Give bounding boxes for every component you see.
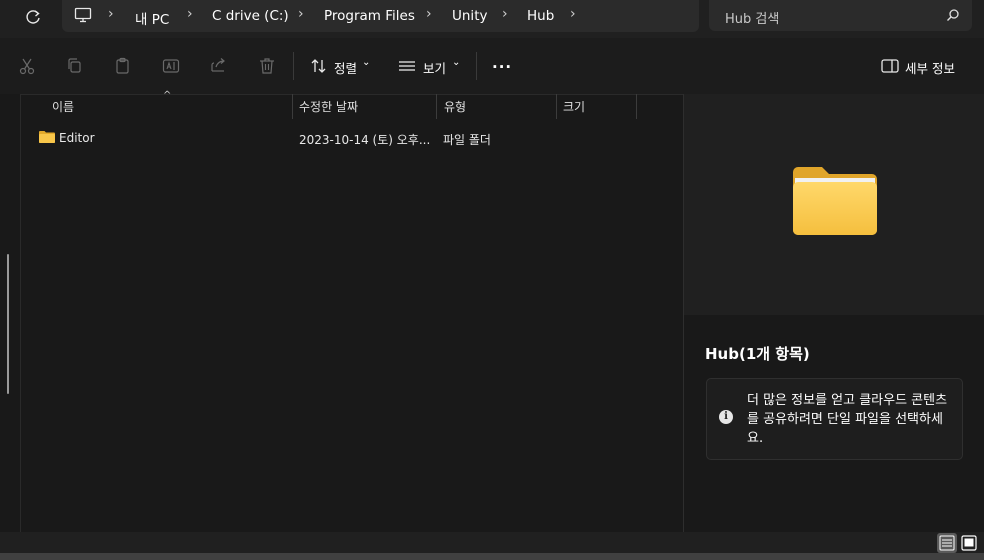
column-divider[interactable] <box>436 94 437 119</box>
chevron-right-icon[interactable]: › <box>426 6 432 22</box>
large-folder-icon <box>792 166 878 239</box>
chevron-right-icon[interactable]: › <box>108 6 114 22</box>
details-button[interactable]: 세부 정보 <box>905 58 955 77</box>
column-divider[interactable] <box>636 94 637 119</box>
column-divider[interactable] <box>292 94 293 119</box>
more-options-button[interactable]: ... <box>492 54 512 72</box>
copy-icon[interactable] <box>65 56 85 76</box>
column-header-row: ^ 이름 수정한 날짜 유형 크기 <box>20 90 683 119</box>
file-type: 파일 폴더 <box>443 133 491 147</box>
refresh-icon[interactable] <box>22 7 44 29</box>
preview-area <box>684 94 984 315</box>
info-icon: i <box>719 410 733 424</box>
top-bar: › 내 PC › C drive (C:) › Program Files › … <box>0 0 984 38</box>
delete-icon[interactable] <box>257 56 277 76</box>
column-header-type[interactable]: 유형 <box>444 98 466 115</box>
chevron-down-icon[interactable]: ⌄ <box>362 57 370 68</box>
computer-icon[interactable] <box>74 7 92 26</box>
rename-icon[interactable] <box>161 56 181 76</box>
chevron-down-icon[interactable]: ⌄ <box>452 57 460 68</box>
bottom-scroll-strip <box>0 553 984 560</box>
breadcrumb-program-files[interactable]: Program Files <box>324 8 415 24</box>
chevron-right-icon[interactable]: › <box>187 6 193 22</box>
scrollbar-thumb[interactable] <box>7 254 9 394</box>
sort-button[interactable]: 정렬 <box>334 58 357 77</box>
breadcrumb-this-pc[interactable]: 내 PC <box>135 8 169 28</box>
tiles-view-icon[interactable] <box>959 533 979 553</box>
file-modified: 2023-10-14 (토) 오후... <box>299 133 431 147</box>
paste-icon[interactable] <box>113 56 133 76</box>
info-box: i 더 많은 정보를 얻고 클라우드 콘텐츠를 공유하려면 단일 파일을 선택하… <box>706 378 963 460</box>
sort-ascending-icon: ^ <box>163 90 172 101</box>
file-row[interactable]: Editor 2023-10-14 (토) 오후... 파일 폴더 <box>20 127 683 149</box>
sort-icon[interactable] <box>309 56 329 76</box>
toolbar-divider <box>293 52 294 80</box>
folder-icon <box>38 130 56 147</box>
address-bar[interactable]: › 내 PC › C drive (C:) › Program Files › … <box>62 0 699 32</box>
column-header-name[interactable]: 이름 <box>52 98 74 115</box>
file-name[interactable]: Editor <box>59 131 95 145</box>
toolbar-divider <box>476 52 477 80</box>
share-icon[interactable] <box>209 56 229 76</box>
details-pane-icon[interactable] <box>880 56 900 76</box>
search-input[interactable]: Hub 검색 <box>709 0 972 31</box>
cut-icon[interactable] <box>17 56 37 76</box>
search-placeholder: Hub 검색 <box>725 12 780 27</box>
navigation-pane[interactable] <box>0 94 21 532</box>
search-icon[interactable] <box>946 8 960 25</box>
column-header-size[interactable]: 크기 <box>563 98 585 115</box>
chevron-right-icon[interactable]: › <box>502 6 508 22</box>
breadcrumb-c-drive[interactable]: C drive (C:) <box>212 8 289 24</box>
command-bar: 정렬 ⌄ 보기 ⌄ ... 세부 정보 <box>0 38 984 95</box>
details-view-icon[interactable] <box>937 533 957 553</box>
column-divider[interactable] <box>556 94 557 119</box>
details-title: Hub(1개 항목) <box>705 345 810 363</box>
chevron-right-icon[interactable]: › <box>298 6 304 22</box>
view-icon[interactable] <box>397 56 417 76</box>
column-header-modified[interactable]: 수정한 날짜 <box>299 98 358 115</box>
breadcrumb-unity[interactable]: Unity <box>452 8 487 24</box>
details-pane: Hub(1개 항목) i 더 많은 정보를 얻고 클라우드 콘텐츠를 공유하려면… <box>684 315 984 532</box>
info-text: 더 많은 정보를 얻고 클라우드 콘텐츠를 공유하려면 단일 파일을 선택하세요… <box>747 393 948 446</box>
breadcrumb-hub[interactable]: Hub <box>527 8 554 24</box>
view-button[interactable]: 보기 <box>423 58 446 77</box>
chevron-right-icon[interactable]: › <box>570 6 576 22</box>
